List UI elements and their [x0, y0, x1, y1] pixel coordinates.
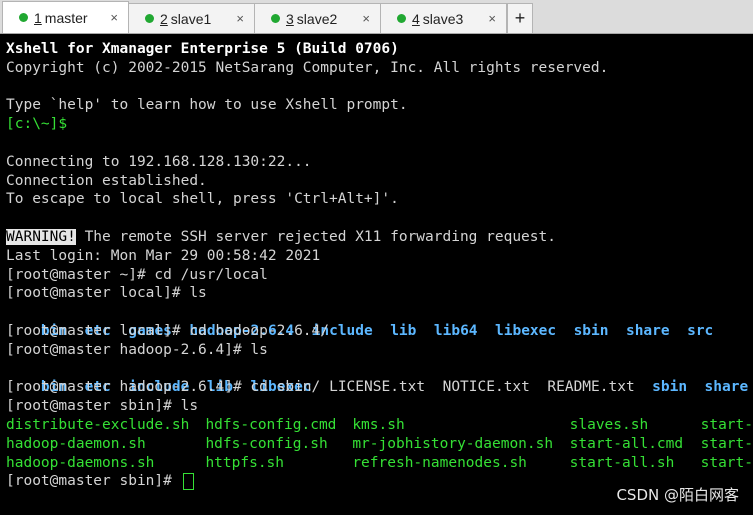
tab-master[interactable]: 1 master ×: [2, 1, 129, 33]
file-entry: README.txt: [547, 379, 635, 396]
tab-slave3[interactable]: 4 slave3 ×: [380, 3, 507, 33]
warning-line: WARNING! The remote SSH server rejected …: [6, 228, 753, 247]
connected-status-icon: [145, 14, 154, 23]
final-prompt: [root@master sbin]#: [6, 473, 181, 490]
ls-output-local: bin etc games hadoop-2.6.4 include lib l…: [6, 303, 753, 339]
tab-label: master: [44, 9, 88, 26]
script-entry: distribute-exclude.sh: [6, 416, 190, 433]
script-entry: start-all.sh: [569, 454, 675, 471]
script-entry: hadoop-daemon.sh: [6, 435, 146, 452]
terminal-output[interactable]: Xshell for Xmanager Enterprise 5 (Build …: [0, 40, 753, 515]
dir-entry: libexec: [495, 322, 557, 339]
command-line: [root@master local]# ls: [6, 285, 207, 302]
help-hint: Type `help' to learn how to use Xshell p…: [6, 97, 408, 114]
ls-output-sbin-row: hadoop-daemon.sh hdfs-config.sh mr-jobhist…: [6, 435, 753, 454]
command-line: [root@master sbin]# ls: [6, 398, 199, 415]
connected-status-icon: [397, 14, 406, 23]
ls-output-sbin-row: distribute-exclude.sh hdfs-config.cmd kms.…: [6, 416, 753, 435]
dir-entry: sbin: [652, 379, 688, 396]
ls-output-sbin-row: hadoop-daemons.sh httpfs.sh refresh-nameno…: [6, 454, 753, 473]
watermark: CSDN @陌白网客: [616, 486, 739, 504]
connected-status-icon: [19, 13, 28, 22]
script-entry: hdfs-config.cmd: [205, 416, 337, 433]
tab-number: 1: [34, 9, 42, 26]
close-icon[interactable]: ×: [236, 11, 244, 26]
script-entry: slaves.sh: [569, 416, 649, 433]
script-entry: hdfs-config.sh: [205, 435, 328, 452]
tab-number: 2: [160, 10, 168, 27]
command-line: [root@master ~]# cd /usr/local: [6, 266, 268, 283]
connecting-message: Connecting to 192.168.128.130:22...: [6, 153, 312, 170]
script-entry: start-all.cmd: [569, 435, 684, 452]
script-entry: kms.sh: [352, 416, 405, 433]
tab-label: slave2: [296, 10, 338, 27]
file-entry: LICENSE.txt: [329, 379, 426, 396]
dir-entry: lib: [390, 322, 417, 339]
dir-entry: src: [687, 322, 714, 339]
dir-entry: share: [704, 379, 749, 396]
banner-title: Xshell for Xmanager Enterprise 5 (Build …: [6, 41, 399, 57]
command-line: [root@master hadoop-2.6.4]# ls: [6, 341, 268, 358]
warning-text: The remote SSH server rejected X11 forwa…: [75, 228, 556, 245]
connected-status-icon: [271, 14, 280, 23]
script-entry: start-: [700, 416, 753, 433]
tab-number: 4: [412, 10, 420, 27]
tab-label: slave3: [422, 10, 464, 27]
tab-slave1[interactable]: 2 slave1 ×: [128, 3, 255, 33]
script-entry: mr-jobhistory-daemon.sh: [352, 435, 554, 452]
dir-entry: share: [625, 322, 670, 339]
script-entry: start-: [700, 454, 753, 471]
banner-copyright: Copyright (c) 2002-2015 NetSarang Comput…: [6, 59, 609, 76]
ls-output-hadoop: bin etc include lib libexec LICENSE.txt …: [6, 360, 753, 395]
file-entry: NOTICE.txt: [442, 379, 530, 396]
tab-bar: 1 master × 2 slave1 × 3 slave2 × 4 slave…: [0, 0, 753, 34]
text-cursor: [182, 472, 194, 490]
dir-entry: lib64: [433, 322, 478, 339]
escape-hint: To escape to local shell, press 'Ctrl+Al…: [6, 191, 399, 208]
tab-number: 3: [286, 10, 294, 27]
script-entry: hadoop-daemons.sh: [6, 454, 155, 471]
new-tab-button[interactable]: +: [507, 3, 533, 33]
close-icon[interactable]: ×: [488, 11, 496, 26]
last-login: Last login: Mon Mar 29 00:58:42 2021: [6, 247, 321, 264]
established-message: Connection established.: [6, 172, 207, 189]
warning-tag: WARNING!: [6, 228, 76, 245]
dir-entry: sbin: [573, 322, 609, 339]
script-entry: refresh-namenodes.sh: [352, 454, 527, 471]
tab-label: slave1: [170, 10, 212, 27]
close-icon[interactable]: ×: [362, 11, 370, 26]
close-icon[interactable]: ×: [110, 10, 118, 25]
script-entry: httpfs.sh: [205, 454, 285, 471]
tab-slave2[interactable]: 3 slave2 ×: [254, 3, 381, 33]
script-entry: start-: [700, 435, 753, 452]
local-prompt: [c:\~]$: [6, 116, 68, 133]
